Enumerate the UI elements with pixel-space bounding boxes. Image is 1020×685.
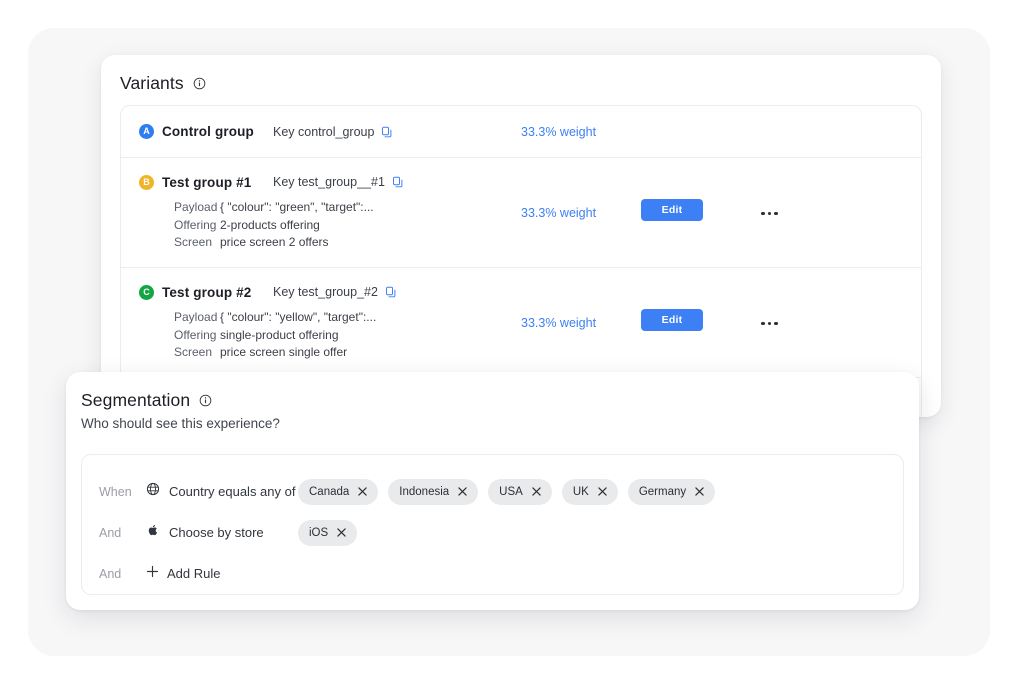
- chip-country[interactable]: Canada: [298, 478, 379, 505]
- variant-name-cell: C Test group #2: [121, 268, 273, 300]
- variant-weight: 33.3% weight: [521, 124, 597, 139]
- rule-chip-list: Canada Indonesia USA UK Germany: [298, 478, 716, 505]
- more-options-icon[interactable]: [761, 321, 778, 325]
- variants-header: Variants: [101, 55, 941, 94]
- detail-label-screen: Screen: [174, 235, 213, 249]
- apple-icon: [146, 523, 160, 542]
- variant-name-cell: A Control group: [121, 124, 273, 139]
- edit-button[interactable]: Edit: [641, 309, 703, 331]
- variant-edit-cell: Edit: [641, 268, 761, 331]
- chip-country[interactable]: UK: [561, 478, 618, 505]
- chip-country[interactable]: Indonesia: [388, 478, 479, 505]
- variant-edit-cell: Edit: [641, 158, 761, 221]
- table-row[interactable]: A Control group Key control_group 33.3% …: [121, 106, 921, 158]
- chip-label: UK: [572, 485, 589, 498]
- rule-condition-text: Choose by store: [169, 525, 264, 540]
- variants-card: Variants A Control group Key control_gro…: [101, 55, 941, 417]
- detail-label-payload: Payload: [174, 200, 218, 214]
- plus-icon: [146, 565, 159, 583]
- detail-value-payload: { "colour": "green", "target":...: [220, 200, 374, 214]
- segmentation-header: Segmentation: [66, 372, 919, 411]
- detail-value-screen: price screen single offer: [220, 345, 348, 359]
- variant-badge-b: B: [139, 175, 154, 190]
- detail-label-offering: Offering: [174, 217, 217, 232]
- rule-row-add: And Add Rule: [82, 553, 903, 594]
- variant-weight: 33.3% weight: [521, 206, 597, 220]
- rule-conjunction: And: [99, 566, 122, 581]
- segmentation-subtitle: Who should see this experience?: [81, 416, 280, 431]
- chip-label: iOS: [309, 526, 329, 539]
- variant-name: Test group #1: [162, 175, 252, 190]
- variant-more-cell: [761, 158, 921, 220]
- edit-button[interactable]: Edit: [641, 199, 703, 221]
- add-rule-label: Add Rule: [167, 566, 221, 581]
- copy-icon[interactable]: [392, 176, 404, 188]
- detail-value-offering: 2-products offering: [220, 217, 320, 232]
- detail-label-payload: Payload: [174, 310, 218, 324]
- table-row[interactable]: C Test group #2 Key test_group_#2 Payloa…: [121, 268, 921, 378]
- chip-country[interactable]: Germany: [627, 478, 716, 505]
- chip-store[interactable]: iOS: [298, 519, 358, 546]
- variant-details: Payload Offering Screen { "colour": "gre…: [121, 199, 521, 252]
- rule-row-country: When Country equals any of Canada Indone…: [82, 471, 903, 512]
- more-options-icon[interactable]: [761, 211, 778, 215]
- detail-value-offering: single-product offering: [220, 327, 339, 342]
- add-rule-button[interactable]: Add Rule: [146, 565, 220, 583]
- table-row[interactable]: B Test group #1 Key test_group__#1 Paylo…: [121, 158, 921, 268]
- close-icon[interactable]: [458, 487, 467, 496]
- variant-key: Key test_group__#1: [273, 175, 385, 189]
- detail-label-offering: Offering: [174, 327, 217, 342]
- screenshot-root: Variants A Control group Key control_gro…: [0, 0, 1020, 685]
- segmentation-rules: When Country equals any of Canada Indone…: [81, 454, 904, 595]
- chip-label: Germany: [638, 485, 687, 498]
- variant-details: Payload Offering Screen { "colour": "yel…: [121, 309, 521, 362]
- page-title: Variants: [120, 73, 184, 93]
- globe-icon: [146, 482, 160, 501]
- rule-conjunction: And: [99, 525, 122, 540]
- info-circle-icon[interactable]: [199, 394, 212, 407]
- variant-more-cell: [761, 268, 921, 330]
- variant-badge-c: C: [139, 285, 154, 300]
- variant-weight: 33.3% weight: [521, 316, 597, 330]
- chip-label: USA: [499, 485, 523, 498]
- copy-icon[interactable]: [385, 286, 397, 298]
- variant-detail-labels: Payload Offering Screen: [121, 309, 220, 362]
- detail-value-screen: price screen 2 offers: [220, 235, 329, 249]
- chip-country[interactable]: USA: [488, 478, 552, 505]
- variant-detail-values: { "colour": "yellow", "target":... singl…: [220, 309, 520, 362]
- variant-key-cell: Key test_group_#2 Payload Offering Scree…: [174, 268, 521, 362]
- variant-detail-values: { "colour": "green", "target":... 2-prod…: [220, 199, 520, 252]
- detail-label-screen: Screen: [174, 345, 213, 359]
- variant-detail-labels: Payload Offering Screen: [121, 199, 220, 252]
- variant-name: Control group: [162, 124, 254, 139]
- rule-conjunction: When: [99, 484, 132, 499]
- variant-badge-a: A: [139, 124, 154, 139]
- rule-condition-selector[interactable]: Choose by store: [146, 523, 298, 542]
- chip-label: Canada: [309, 485, 350, 498]
- rule-condition-text: Country equals any of: [169, 484, 296, 499]
- variants-table: A Control group Key control_group 33.3% …: [120, 105, 922, 417]
- close-icon[interactable]: [358, 487, 368, 496]
- close-icon[interactable]: [598, 487, 607, 496]
- variant-key: Key test_group_#2: [273, 285, 378, 299]
- info-circle-icon[interactable]: [193, 77, 206, 90]
- close-icon[interactable]: [532, 487, 541, 496]
- variant-key-cell: Key test_group__#1 Payload Offering Scre…: [174, 158, 521, 252]
- variant-name-cell: B Test group #1: [121, 158, 273, 190]
- rule-condition-selector[interactable]: Country equals any of: [146, 482, 298, 501]
- detail-value-payload: { "colour": "yellow", "target":...: [220, 310, 377, 324]
- segmentation-title: Segmentation: [81, 390, 191, 410]
- close-icon[interactable]: [695, 487, 704, 496]
- variant-key-cell: Key control_group: [273, 125, 521, 139]
- variant-key: Key control_group: [273, 124, 375, 139]
- copy-icon[interactable]: [381, 126, 393, 138]
- rule-row-store: And Choose by store iOS: [82, 512, 903, 553]
- rule-chip-list: iOS: [298, 519, 358, 546]
- close-icon[interactable]: [337, 528, 346, 537]
- chip-label: Indonesia: [399, 485, 450, 498]
- segmentation-card: Segmentation Who should see this experie…: [66, 372, 919, 610]
- variant-name: Test group #2: [162, 285, 252, 300]
